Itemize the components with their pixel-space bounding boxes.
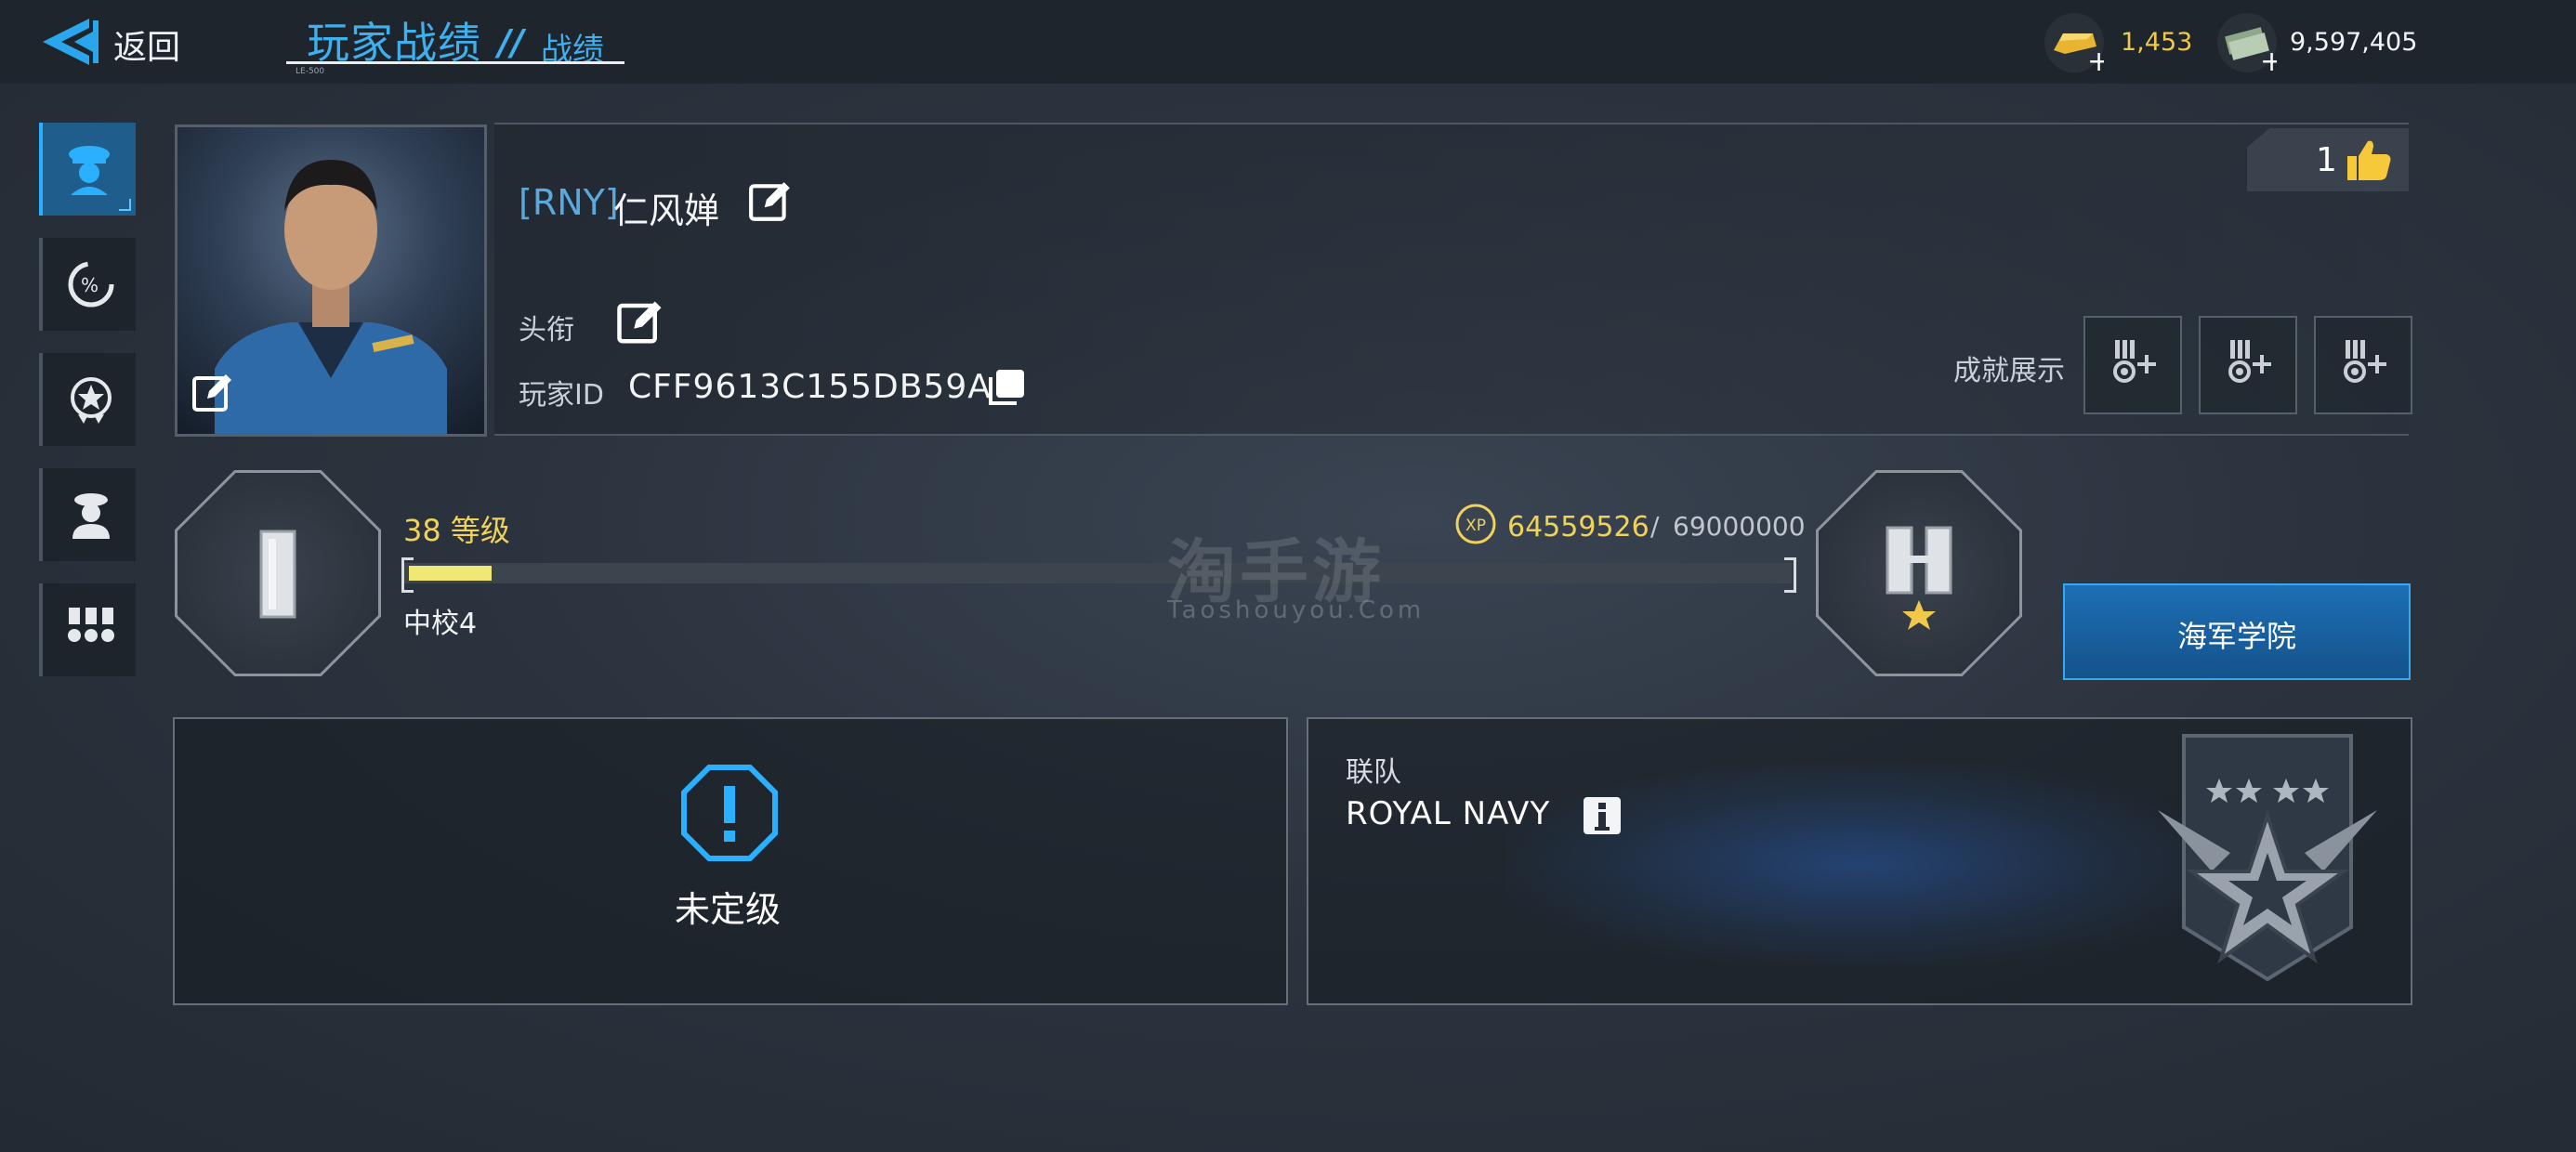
star-badge-icon: [71, 377, 112, 424]
medal-slot-2[interactable]: [2199, 316, 2297, 414]
gold-currency[interactable]: + 1,453: [2044, 13, 2193, 78]
xp-current: 64559526: [1507, 511, 1649, 543]
gold-amount: 1,453: [2121, 28, 2193, 57]
svg-text:+: +: [2087, 46, 2104, 72]
add-medal-icon: [2228, 340, 2271, 383]
cash-amount: 9,597,405: [2290, 28, 2418, 57]
sidebar-item-crew[interactable]: [39, 468, 136, 561]
percent-gauge-icon: %: [68, 261, 114, 308]
player-id-value: CFF9613C155DB59A: [628, 368, 992, 406]
single-bar-insignia-icon: [259, 530, 296, 619]
edit-name-button[interactable]: [747, 178, 794, 225]
add-medal-icon: [2113, 340, 2156, 383]
likes-count: 1: [2316, 141, 2337, 179]
xp-progress-bar: [403, 563, 1792, 583]
alliance-info-button[interactable]: [1582, 795, 1623, 836]
watermark-url: Taoshouyou.Com: [1167, 596, 1426, 624]
copy-icon: [989, 370, 1024, 405]
medal-slot-3[interactable]: [2314, 316, 2412, 414]
copy-id-button[interactable]: [985, 366, 1028, 409]
svg-text:+: +: [2260, 46, 2277, 72]
title-underline: [286, 61, 624, 64]
warning-icon: [681, 765, 778, 861]
cash-currency[interactable]: + 9,597,405: [2217, 13, 2422, 78]
alliance-name: ROYAL NAVY: [1346, 795, 1551, 832]
sidebar-item-stats[interactable]: %: [39, 238, 136, 331]
player-avatar: [175, 124, 487, 437]
corner-marker-icon: [119, 199, 131, 211]
clan-tag: [RNY]: [519, 182, 619, 223]
xp-badge-text: XP: [1465, 517, 1486, 535]
add-medal-icon: [2344, 340, 2386, 383]
alliance-glow: [1505, 762, 2212, 966]
cash-stack-icon: +: [2217, 13, 2283, 78]
title-divider: //: [498, 22, 524, 63]
back-label: 返回: [113, 29, 181, 67]
xp-bracket-right: [1784, 557, 1796, 593]
current-rank-insignia: [175, 470, 381, 676]
sidebar-item-profile[interactable]: [39, 123, 136, 216]
xp-separator: /: [1650, 511, 1660, 542]
crew-member-icon: [72, 493, 110, 539]
xp-bracket-left: [401, 557, 414, 593]
xp-max: 69000000: [1673, 511, 1806, 542]
thumbs-up-icon: [2347, 140, 2391, 180]
alliance-emblem-icon: [2158, 734, 2377, 982]
next-rank-insignia: [1816, 470, 2022, 676]
edit-icon: [192, 374, 231, 412]
xp-badge-icon: XP: [1455, 504, 1496, 544]
back-button[interactable]: 返回: [33, 13, 201, 69]
svg-text:%: %: [81, 274, 99, 296]
edit-icon: [749, 182, 790, 221]
achievement-label: 成就展示: [1953, 355, 2065, 387]
naval-academy-button[interactable]: 海军学院: [2063, 583, 2411, 680]
edit-title-button[interactable]: [615, 297, 665, 347]
player-id-label: 玩家ID: [519, 379, 604, 412]
ranked-status: 未定级: [675, 889, 782, 930]
rank-text: 中校4: [403, 608, 478, 640]
info-icon: [1584, 797, 1621, 834]
gold-bar-icon: +: [2044, 13, 2110, 78]
xp-progress-fill: [409, 566, 492, 581]
edit-avatar-button[interactable]: [191, 371, 235, 415]
naval-academy-label: 海军学院: [2176, 619, 2296, 654]
sidebar-item-achievements[interactable]: [39, 353, 136, 446]
back-arrow-icon: [43, 19, 99, 65]
medals-icon: [68, 608, 114, 642]
player-name: 仁风婵: [613, 190, 720, 231]
alliance-label: 联队: [1346, 756, 1401, 789]
level-text: 38 等级: [403, 513, 510, 548]
officer-cap-icon: [69, 146, 110, 195]
sidebar-item-medals[interactable]: [39, 583, 136, 676]
medal-slot-1[interactable]: [2083, 316, 2182, 414]
edit-icon: [617, 301, 662, 344]
double-bar-insignia-icon: [1886, 526, 1952, 630]
title-caption: LE-500: [296, 67, 325, 76]
title-label: 头衔: [519, 314, 574, 347]
